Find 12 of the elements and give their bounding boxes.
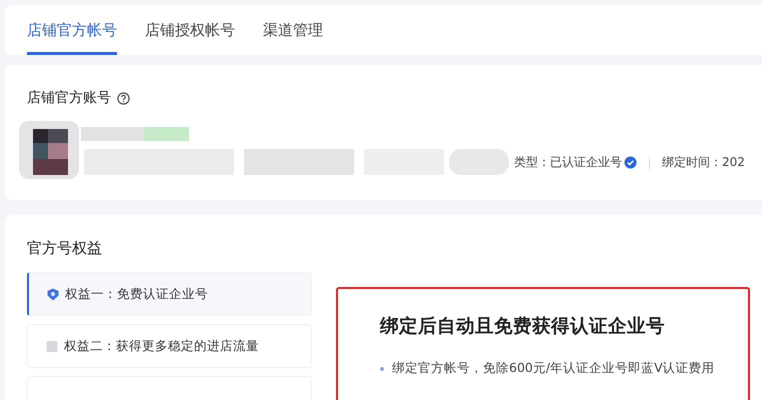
tab[interactable]: 店铺授权帐号 — [145, 5, 235, 55]
bind-time: 绑定时间：202 — [662, 154, 745, 171]
section-title: 店铺官方账号 — [27, 89, 111, 107]
account-type: 类型：已认证企业号 — [514, 154, 622, 171]
help-icon[interactable] — [117, 92, 130, 104]
tab[interactable]: 店铺官方帐号 — [27, 5, 117, 55]
bullet-text: 绑定官方帐号，免除600元/年认证企业号即蓝V认证费用 — [392, 360, 715, 377]
benefit-item[interactable]: 权益一：免费认证企业号 — [27, 272, 312, 316]
benefit-item[interactable]: 权益二：获得更多稳定的进店流量 — [27, 324, 312, 368]
detail-heading: 绑定后自动且免费获得认证企业号 — [380, 315, 666, 338]
tab[interactable]: 渠道管理 — [263, 5, 323, 55]
section-title: 官方号权益 — [27, 239, 103, 258]
